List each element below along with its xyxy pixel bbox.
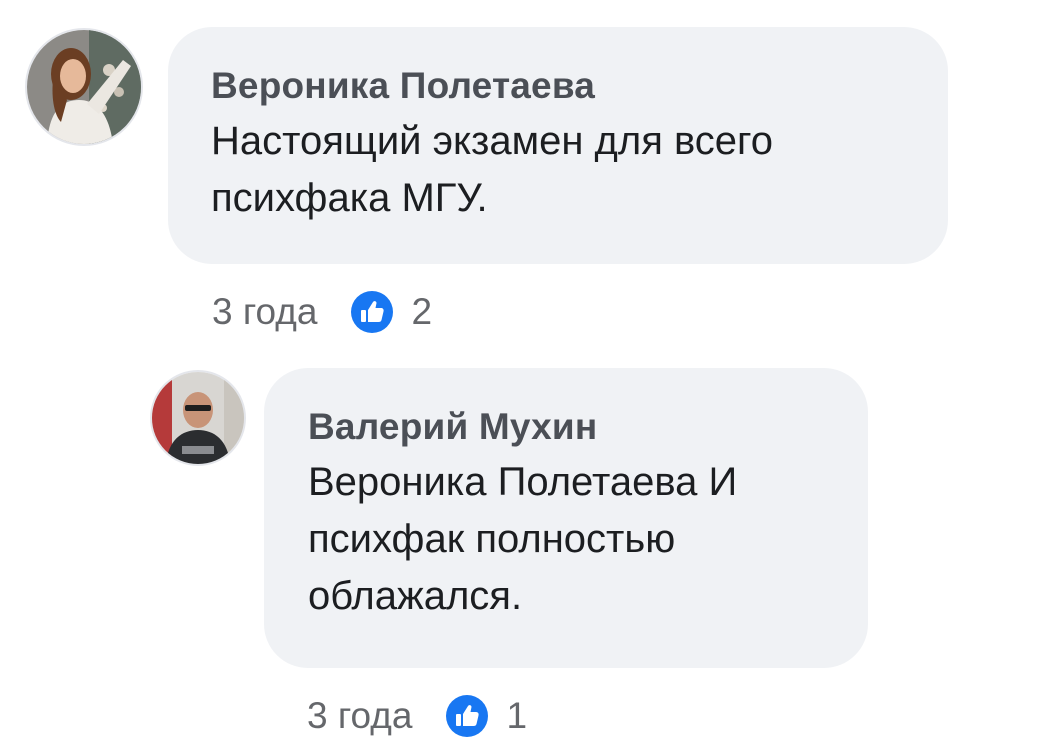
- comment-bubble: Вероника Полетаева Настоящий экзамен для…: [168, 27, 948, 264]
- comment-meta: 3 года 1: [307, 686, 527, 746]
- like-count: 2: [411, 291, 433, 332]
- comment-text: Настоящий экзамен для всего психфака МГУ…: [211, 119, 773, 220]
- comment-author[interactable]: Вероника Полетаева: [211, 65, 948, 107]
- comment-author[interactable]: Валерий Мухин: [308, 406, 868, 448]
- comment-meta: 3 года 2: [212, 282, 432, 342]
- avatar-photo-woman: [27, 30, 141, 144]
- comment-time[interactable]: 3 года: [212, 291, 317, 333]
- like-count: 1: [506, 695, 528, 736]
- thumbs-up-icon: [351, 291, 394, 333]
- thumbs-up-icon: [446, 695, 489, 737]
- comment-text: Вероника Полетаева И психфак полностью о…: [308, 460, 738, 618]
- avatar-photo-man: [152, 372, 244, 464]
- comment-bubble: Валерий Мухин Вероника Полетаева И психф…: [264, 368, 868, 668]
- comment-time[interactable]: 3 года: [307, 695, 412, 737]
- avatar[interactable]: [25, 28, 143, 146]
- avatar[interactable]: [150, 370, 246, 466]
